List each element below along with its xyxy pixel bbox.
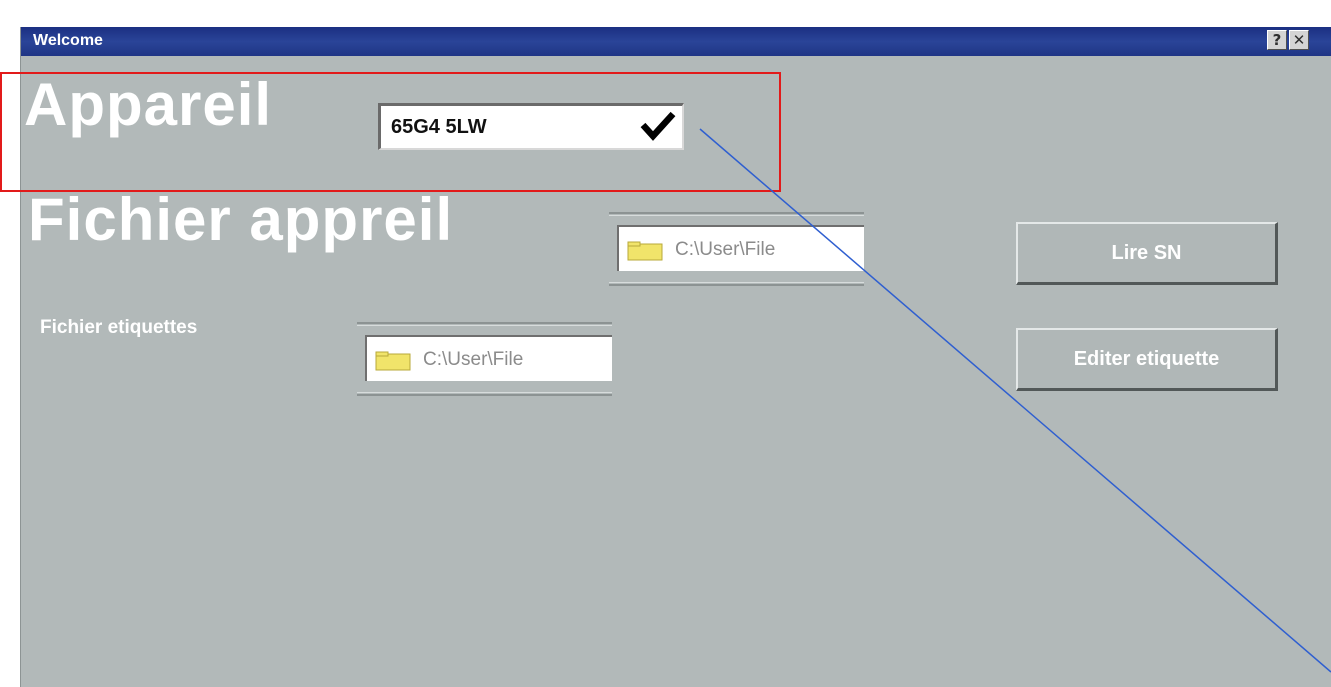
edit-label-button[interactable]: Editer etiquette [1016,328,1278,391]
help-button[interactable]: ? [1267,30,1287,50]
labels-file-label: Fichier etiquettes [40,317,198,338]
close-button[interactable]: ✕ [1289,30,1309,50]
folder-icon[interactable] [627,241,663,261]
device-file-field[interactable]: C:\User\File [617,225,864,271]
highlight-box [0,72,781,192]
device-file-label: Fichier appreil [28,186,454,253]
device-file-path: C:\User\File [675,239,776,260]
title-bar[interactable]: Welcome ? ✕ [21,27,1331,56]
folder-icon[interactable] [375,351,411,371]
read-sn-button[interactable]: Lire SN [1016,222,1278,285]
labels-file-field[interactable]: C:\User\File [365,335,612,381]
labels-file-path: C:\User\File [423,349,524,370]
window-title: Welcome [33,32,103,49]
